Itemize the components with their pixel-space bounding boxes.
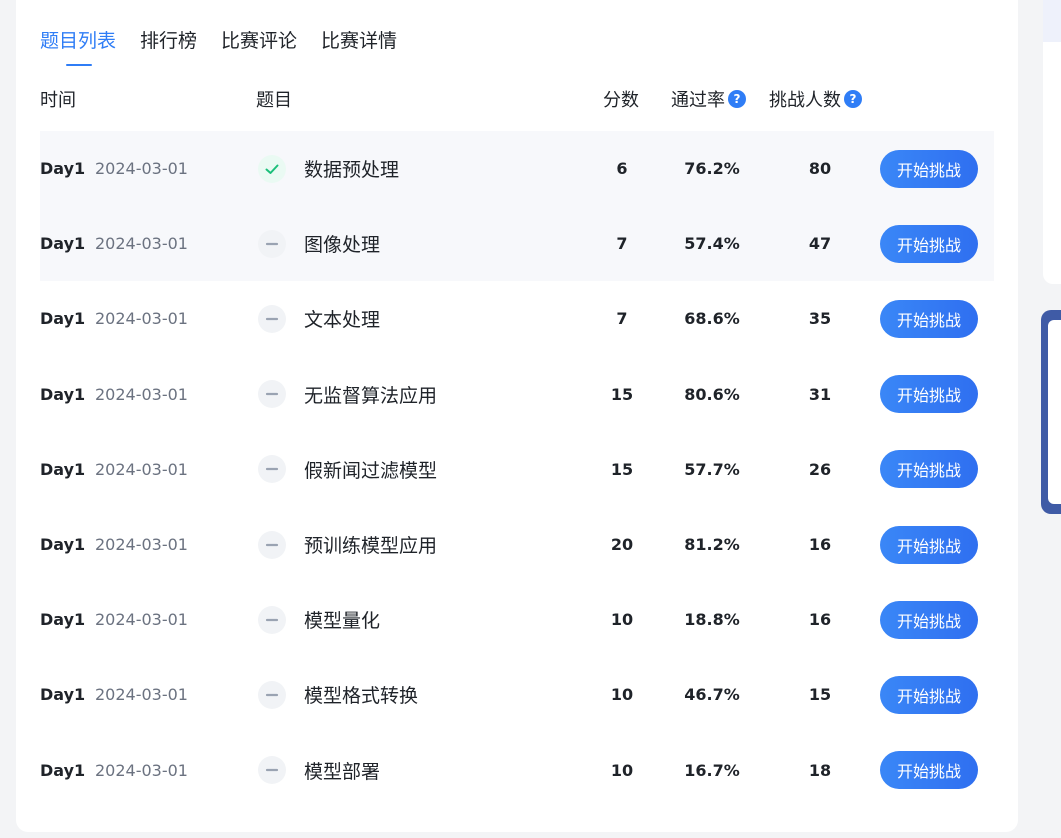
problem-title[interactable]: 预训练模型应用 bbox=[304, 507, 437, 582]
table-row[interactable]: Day1 2024-03-01 数据预处理 6 76.2% 80 开始挑战 bbox=[40, 131, 994, 207]
problem-title[interactable]: 图像处理 bbox=[304, 206, 380, 281]
date-label: 2024-03-01 bbox=[95, 384, 188, 404]
start-challenge-button[interactable]: 开始挑战 bbox=[880, 375, 978, 414]
header-score: 分数 bbox=[603, 90, 639, 111]
date-label: 2024-03-01 bbox=[95, 309, 188, 329]
score-value: 7 bbox=[616, 309, 628, 329]
problem-title[interactable]: 文本处理 bbox=[304, 281, 380, 356]
date-label: 2024-03-01 bbox=[95, 535, 188, 555]
dash-icon bbox=[258, 380, 286, 409]
day-label: Day1 bbox=[40, 610, 86, 630]
date-label: 2024-03-01 bbox=[95, 459, 188, 479]
side-panel-top bbox=[1043, 0, 1061, 284]
table-header: 时间 题目 分数 通过率 ? 挑战人数 ? bbox=[40, 86, 994, 116]
score-value: 6 bbox=[616, 159, 628, 179]
table-body: Day1 2024-03-01 数据预处理 6 76.2% 80 开始挑战 Day1 2024-… bbox=[40, 131, 994, 808]
table-row[interactable]: Day1 2024-03-01 模型部署 10 16.7% 18 开始挑战 bbox=[40, 733, 994, 808]
challengers-value: 80 bbox=[808, 159, 832, 179]
problem-title[interactable]: 模型量化 bbox=[304, 582, 380, 657]
dash-icon bbox=[258, 304, 286, 333]
date-label: 2024-03-01 bbox=[95, 760, 188, 780]
table-row[interactable]: Day1 2024-03-01 模型量化 10 18.8% 16 开始挑战 bbox=[40, 582, 994, 657]
challengers-value: 26 bbox=[808, 459, 832, 479]
start-challenge-button[interactable]: 开始挑战 bbox=[880, 149, 978, 188]
tab-details[interactable]: 比赛详情 bbox=[321, 26, 397, 66]
date-label: 2024-03-01 bbox=[95, 685, 188, 705]
start-challenge-button[interactable]: 开始挑战 bbox=[880, 450, 978, 489]
pass-rate-value: 18.8% bbox=[684, 610, 740, 630]
day-label: Day1 bbox=[40, 234, 86, 254]
check-icon bbox=[258, 154, 286, 183]
table-row[interactable]: Day1 2024-03-01 无监督算法应用 15 80.6% 31 开始挑战 bbox=[40, 357, 994, 432]
tab-leaderboard[interactable]: 排行榜 bbox=[140, 26, 197, 66]
challengers-value: 47 bbox=[808, 234, 832, 254]
pass-rate-value: 16.7% bbox=[684, 760, 740, 780]
day-label: Day1 bbox=[40, 459, 86, 479]
header-time: 时间 bbox=[40, 90, 76, 111]
day-label: Day1 bbox=[40, 159, 86, 179]
challengers-value: 31 bbox=[808, 384, 832, 404]
day-label: Day1 bbox=[40, 384, 86, 404]
dash-icon bbox=[258, 455, 286, 484]
problem-title[interactable]: 假新闻过滤模型 bbox=[304, 432, 437, 507]
date-label: 2024-03-01 bbox=[95, 234, 188, 254]
pass-rate-value: 81.2% bbox=[684, 535, 740, 555]
challengers-value: 16 bbox=[808, 535, 832, 555]
challengers-value: 35 bbox=[808, 309, 832, 329]
score-value: 15 bbox=[610, 459, 634, 479]
score-value: 20 bbox=[610, 535, 634, 555]
start-challenge-button[interactable]: 开始挑战 bbox=[880, 600, 978, 639]
pass-rate-help-icon[interactable]: ? bbox=[728, 90, 746, 108]
score-value: 15 bbox=[610, 384, 634, 404]
pass-rate-value: 76.2% bbox=[684, 159, 740, 179]
day-label: Day1 bbox=[40, 535, 86, 555]
tab-bar: 题目列表 排行榜 比赛评论 比赛详情 bbox=[40, 26, 421, 66]
table-row[interactable]: Day1 2024-03-01 图像处理 7 57.4% 47 开始挑战 bbox=[40, 206, 994, 282]
problem-title[interactable]: 模型部署 bbox=[304, 733, 380, 808]
challenge-list-card: 题目列表 排行榜 比赛评论 比赛详情 时间 题目 分数 通过率 ? 挑战人数 ?… bbox=[16, 0, 1018, 832]
pass-rate-value: 68.6% bbox=[684, 309, 740, 329]
dash-icon bbox=[258, 756, 286, 785]
start-challenge-button[interactable]: 开始挑战 bbox=[880, 299, 978, 338]
dash-icon bbox=[258, 605, 286, 634]
header-pass-rate: 通过率 ? bbox=[671, 86, 746, 112]
side-panel-blue bbox=[1041, 310, 1061, 514]
start-challenge-button[interactable]: 开始挑战 bbox=[880, 224, 978, 263]
challengers-help-icon[interactable]: ? bbox=[844, 90, 862, 108]
pass-rate-value: 46.7% bbox=[684, 685, 740, 705]
table-row[interactable]: Day1 2024-03-01 模型格式转换 10 46.7% 15 开始挑战 bbox=[40, 657, 994, 732]
table-row[interactable]: Day1 2024-03-01 文本处理 7 68.6% 35 开始挑战 bbox=[40, 281, 994, 356]
tab-comments[interactable]: 比赛评论 bbox=[221, 26, 297, 66]
challengers-value: 15 bbox=[808, 685, 832, 705]
problem-title[interactable]: 数据预处理 bbox=[304, 131, 399, 206]
challengers-value: 18 bbox=[808, 760, 832, 780]
dash-icon bbox=[258, 530, 286, 559]
date-label: 2024-03-01 bbox=[95, 159, 188, 179]
day-label: Day1 bbox=[40, 685, 86, 705]
pass-rate-value: 57.7% bbox=[684, 459, 740, 479]
table-row[interactable]: Day1 2024-03-01 假新闻过滤模型 15 57.7% 26 开始挑战 bbox=[40, 432, 994, 507]
dash-icon bbox=[258, 229, 286, 258]
day-label: Day1 bbox=[40, 309, 86, 329]
start-challenge-button[interactable]: 开始挑战 bbox=[880, 751, 978, 790]
problem-title[interactable]: 模型格式转换 bbox=[304, 657, 418, 732]
pass-rate-value: 80.6% bbox=[684, 384, 740, 404]
header-title: 题目 bbox=[256, 90, 292, 111]
start-challenge-button[interactable]: 开始挑战 bbox=[880, 525, 978, 564]
score-value: 10 bbox=[610, 610, 634, 630]
header-challengers: 挑战人数 ? bbox=[769, 86, 862, 112]
table-row[interactable]: Day1 2024-03-01 预训练模型应用 20 81.2% 16 开始挑战 bbox=[40, 507, 994, 582]
score-value: 10 bbox=[610, 760, 634, 780]
score-value: 10 bbox=[610, 685, 634, 705]
dash-icon bbox=[258, 680, 286, 709]
tab-problem-list[interactable]: 题目列表 bbox=[40, 26, 116, 66]
date-label: 2024-03-01 bbox=[95, 610, 188, 630]
day-label: Day1 bbox=[40, 760, 86, 780]
challengers-value: 16 bbox=[808, 610, 832, 630]
score-value: 7 bbox=[616, 234, 628, 254]
problem-title[interactable]: 无监督算法应用 bbox=[304, 357, 437, 432]
pass-rate-value: 57.4% bbox=[684, 234, 740, 254]
start-challenge-button[interactable]: 开始挑战 bbox=[880, 675, 978, 714]
